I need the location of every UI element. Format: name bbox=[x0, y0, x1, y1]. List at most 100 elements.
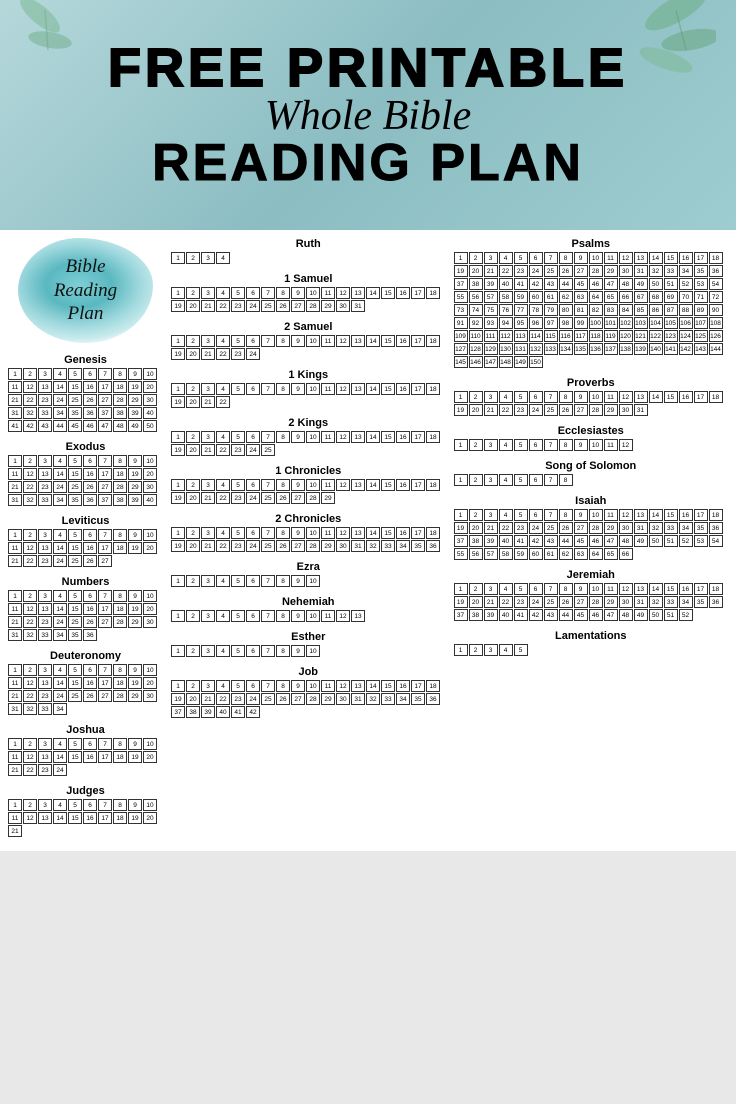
chapter-cell[interactable]: 13 bbox=[634, 252, 648, 264]
chapter-cell[interactable]: 62 bbox=[559, 291, 573, 303]
chapter-cell[interactable]: 14 bbox=[366, 335, 380, 347]
chapter-cell[interactable]: 32 bbox=[23, 629, 37, 641]
chapter-cell[interactable]: 12 bbox=[23, 603, 37, 615]
chapter-cell[interactable]: 8 bbox=[276, 335, 290, 347]
chapter-cell[interactable]: 25 bbox=[68, 481, 82, 493]
chapter-cell[interactable]: 16 bbox=[396, 527, 410, 539]
chapter-cell[interactable]: 28 bbox=[306, 492, 320, 504]
chapter-cell[interactable]: 130 bbox=[499, 343, 513, 355]
chapter-cell[interactable]: 15 bbox=[68, 542, 82, 554]
chapter-cell[interactable]: 83 bbox=[604, 304, 618, 316]
chapter-cell[interactable]: 20 bbox=[143, 812, 157, 824]
chapter-cell[interactable]: 6 bbox=[83, 590, 97, 602]
chapter-cell[interactable]: 3 bbox=[38, 590, 52, 602]
chapter-cell[interactable]: 2 bbox=[186, 575, 200, 587]
chapter-cell[interactable]: 3 bbox=[484, 252, 498, 264]
chapter-cell[interactable]: 3 bbox=[201, 645, 215, 657]
chapter-cell[interactable]: 4 bbox=[499, 474, 513, 486]
chapter-cell[interactable]: 52 bbox=[679, 278, 693, 290]
chapter-cell[interactable]: 7 bbox=[261, 610, 275, 622]
chapter-cell[interactable]: 128 bbox=[469, 343, 483, 355]
chapter-cell[interactable]: 3 bbox=[201, 610, 215, 622]
chapter-cell[interactable]: 15 bbox=[381, 431, 395, 443]
chapter-cell[interactable]: 10 bbox=[589, 391, 603, 403]
chapter-cell[interactable]: 16 bbox=[83, 751, 97, 763]
chapter-cell[interactable]: 25 bbox=[544, 265, 558, 277]
chapter-cell[interactable]: 3 bbox=[484, 644, 498, 656]
chapter-cell[interactable]: 12 bbox=[23, 468, 37, 480]
chapter-cell[interactable]: 22 bbox=[216, 492, 230, 504]
chapter-cell[interactable]: 13 bbox=[38, 751, 52, 763]
chapter-cell[interactable]: 20 bbox=[143, 603, 157, 615]
chapter-cell[interactable]: 5 bbox=[68, 738, 82, 750]
chapter-cell[interactable]: 6 bbox=[246, 680, 260, 692]
chapter-cell[interactable]: 6 bbox=[246, 383, 260, 395]
chapter-cell[interactable]: 22 bbox=[23, 764, 37, 776]
chapter-cell[interactable]: 4 bbox=[216, 610, 230, 622]
chapter-cell[interactable]: 1 bbox=[171, 645, 185, 657]
chapter-cell[interactable]: 4 bbox=[499, 583, 513, 595]
chapter-cell[interactable]: 16 bbox=[83, 542, 97, 554]
chapter-cell[interactable]: 34 bbox=[53, 703, 67, 715]
chapter-cell[interactable]: 1 bbox=[171, 680, 185, 692]
chapter-cell[interactable]: 8 bbox=[559, 439, 573, 451]
chapter-cell[interactable]: 137 bbox=[604, 343, 618, 355]
chapter-cell[interactable]: 7 bbox=[261, 645, 275, 657]
chapter-cell[interactable]: 1 bbox=[8, 368, 22, 380]
chapter-cell[interactable]: 10 bbox=[143, 529, 157, 541]
chapter-cell[interactable]: 1 bbox=[171, 479, 185, 491]
chapter-cell[interactable]: 25 bbox=[544, 404, 558, 416]
chapter-cell[interactable]: 31 bbox=[8, 703, 22, 715]
chapter-cell[interactable]: 24 bbox=[246, 693, 260, 705]
chapter-cell[interactable]: 24 bbox=[53, 690, 67, 702]
chapter-cell[interactable]: 14 bbox=[53, 603, 67, 615]
chapter-cell[interactable]: 17 bbox=[411, 383, 425, 395]
chapter-cell[interactable]: 9 bbox=[574, 583, 588, 595]
chapter-cell[interactable]: 57 bbox=[484, 291, 498, 303]
chapter-cell[interactable]: 1 bbox=[8, 590, 22, 602]
chapter-cell[interactable]: 105 bbox=[664, 317, 678, 329]
chapter-cell[interactable]: 17 bbox=[411, 431, 425, 443]
chapter-cell[interactable]: 18 bbox=[426, 287, 440, 299]
chapter-cell[interactable]: 7 bbox=[261, 383, 275, 395]
chapter-cell[interactable]: 36 bbox=[83, 629, 97, 641]
chapter-cell[interactable]: 8 bbox=[276, 383, 290, 395]
chapter-cell[interactable]: 28 bbox=[113, 481, 127, 493]
chapter-cell[interactable]: 27 bbox=[574, 404, 588, 416]
chapter-cell[interactable]: 23 bbox=[514, 522, 528, 534]
chapter-cell[interactable]: 8 bbox=[559, 509, 573, 521]
chapter-cell[interactable]: 36 bbox=[426, 540, 440, 552]
chapter-cell[interactable]: 6 bbox=[529, 474, 543, 486]
chapter-cell[interactable]: 66 bbox=[619, 291, 633, 303]
chapter-cell[interactable]: 8 bbox=[276, 527, 290, 539]
chapter-cell[interactable]: 12 bbox=[336, 479, 350, 491]
chapter-cell[interactable]: 120 bbox=[619, 330, 633, 342]
chapter-cell[interactable]: 10 bbox=[589, 509, 603, 521]
chapter-cell[interactable]: 32 bbox=[649, 265, 663, 277]
chapter-cell[interactable]: 14 bbox=[366, 383, 380, 395]
chapter-cell[interactable]: 33 bbox=[664, 265, 678, 277]
chapter-cell[interactable]: 16 bbox=[396, 680, 410, 692]
chapter-cell[interactable]: 20 bbox=[186, 444, 200, 456]
chapter-cell[interactable]: 95 bbox=[514, 317, 528, 329]
chapter-cell[interactable]: 9 bbox=[128, 529, 142, 541]
chapter-cell[interactable]: 1 bbox=[8, 799, 22, 811]
chapter-cell[interactable]: 18 bbox=[709, 509, 723, 521]
chapter-cell[interactable]: 30 bbox=[336, 693, 350, 705]
chapter-cell[interactable]: 65 bbox=[604, 548, 618, 560]
chapter-cell[interactable]: 25 bbox=[68, 555, 82, 567]
chapter-cell[interactable]: 19 bbox=[171, 693, 185, 705]
chapter-cell[interactable]: 28 bbox=[589, 265, 603, 277]
chapter-cell[interactable]: 25 bbox=[544, 522, 558, 534]
chapter-cell[interactable]: 28 bbox=[589, 596, 603, 608]
chapter-cell[interactable]: 69 bbox=[664, 291, 678, 303]
chapter-cell[interactable]: 3 bbox=[201, 252, 215, 264]
chapter-cell[interactable]: 2 bbox=[469, 252, 483, 264]
chapter-cell[interactable]: 13 bbox=[351, 479, 365, 491]
chapter-cell[interactable]: 1 bbox=[454, 644, 468, 656]
chapter-cell[interactable]: 38 bbox=[469, 278, 483, 290]
chapter-cell[interactable]: 34 bbox=[679, 522, 693, 534]
chapter-cell[interactable]: 5 bbox=[231, 479, 245, 491]
chapter-cell[interactable]: 21 bbox=[484, 596, 498, 608]
chapter-cell[interactable]: 28 bbox=[306, 300, 320, 312]
